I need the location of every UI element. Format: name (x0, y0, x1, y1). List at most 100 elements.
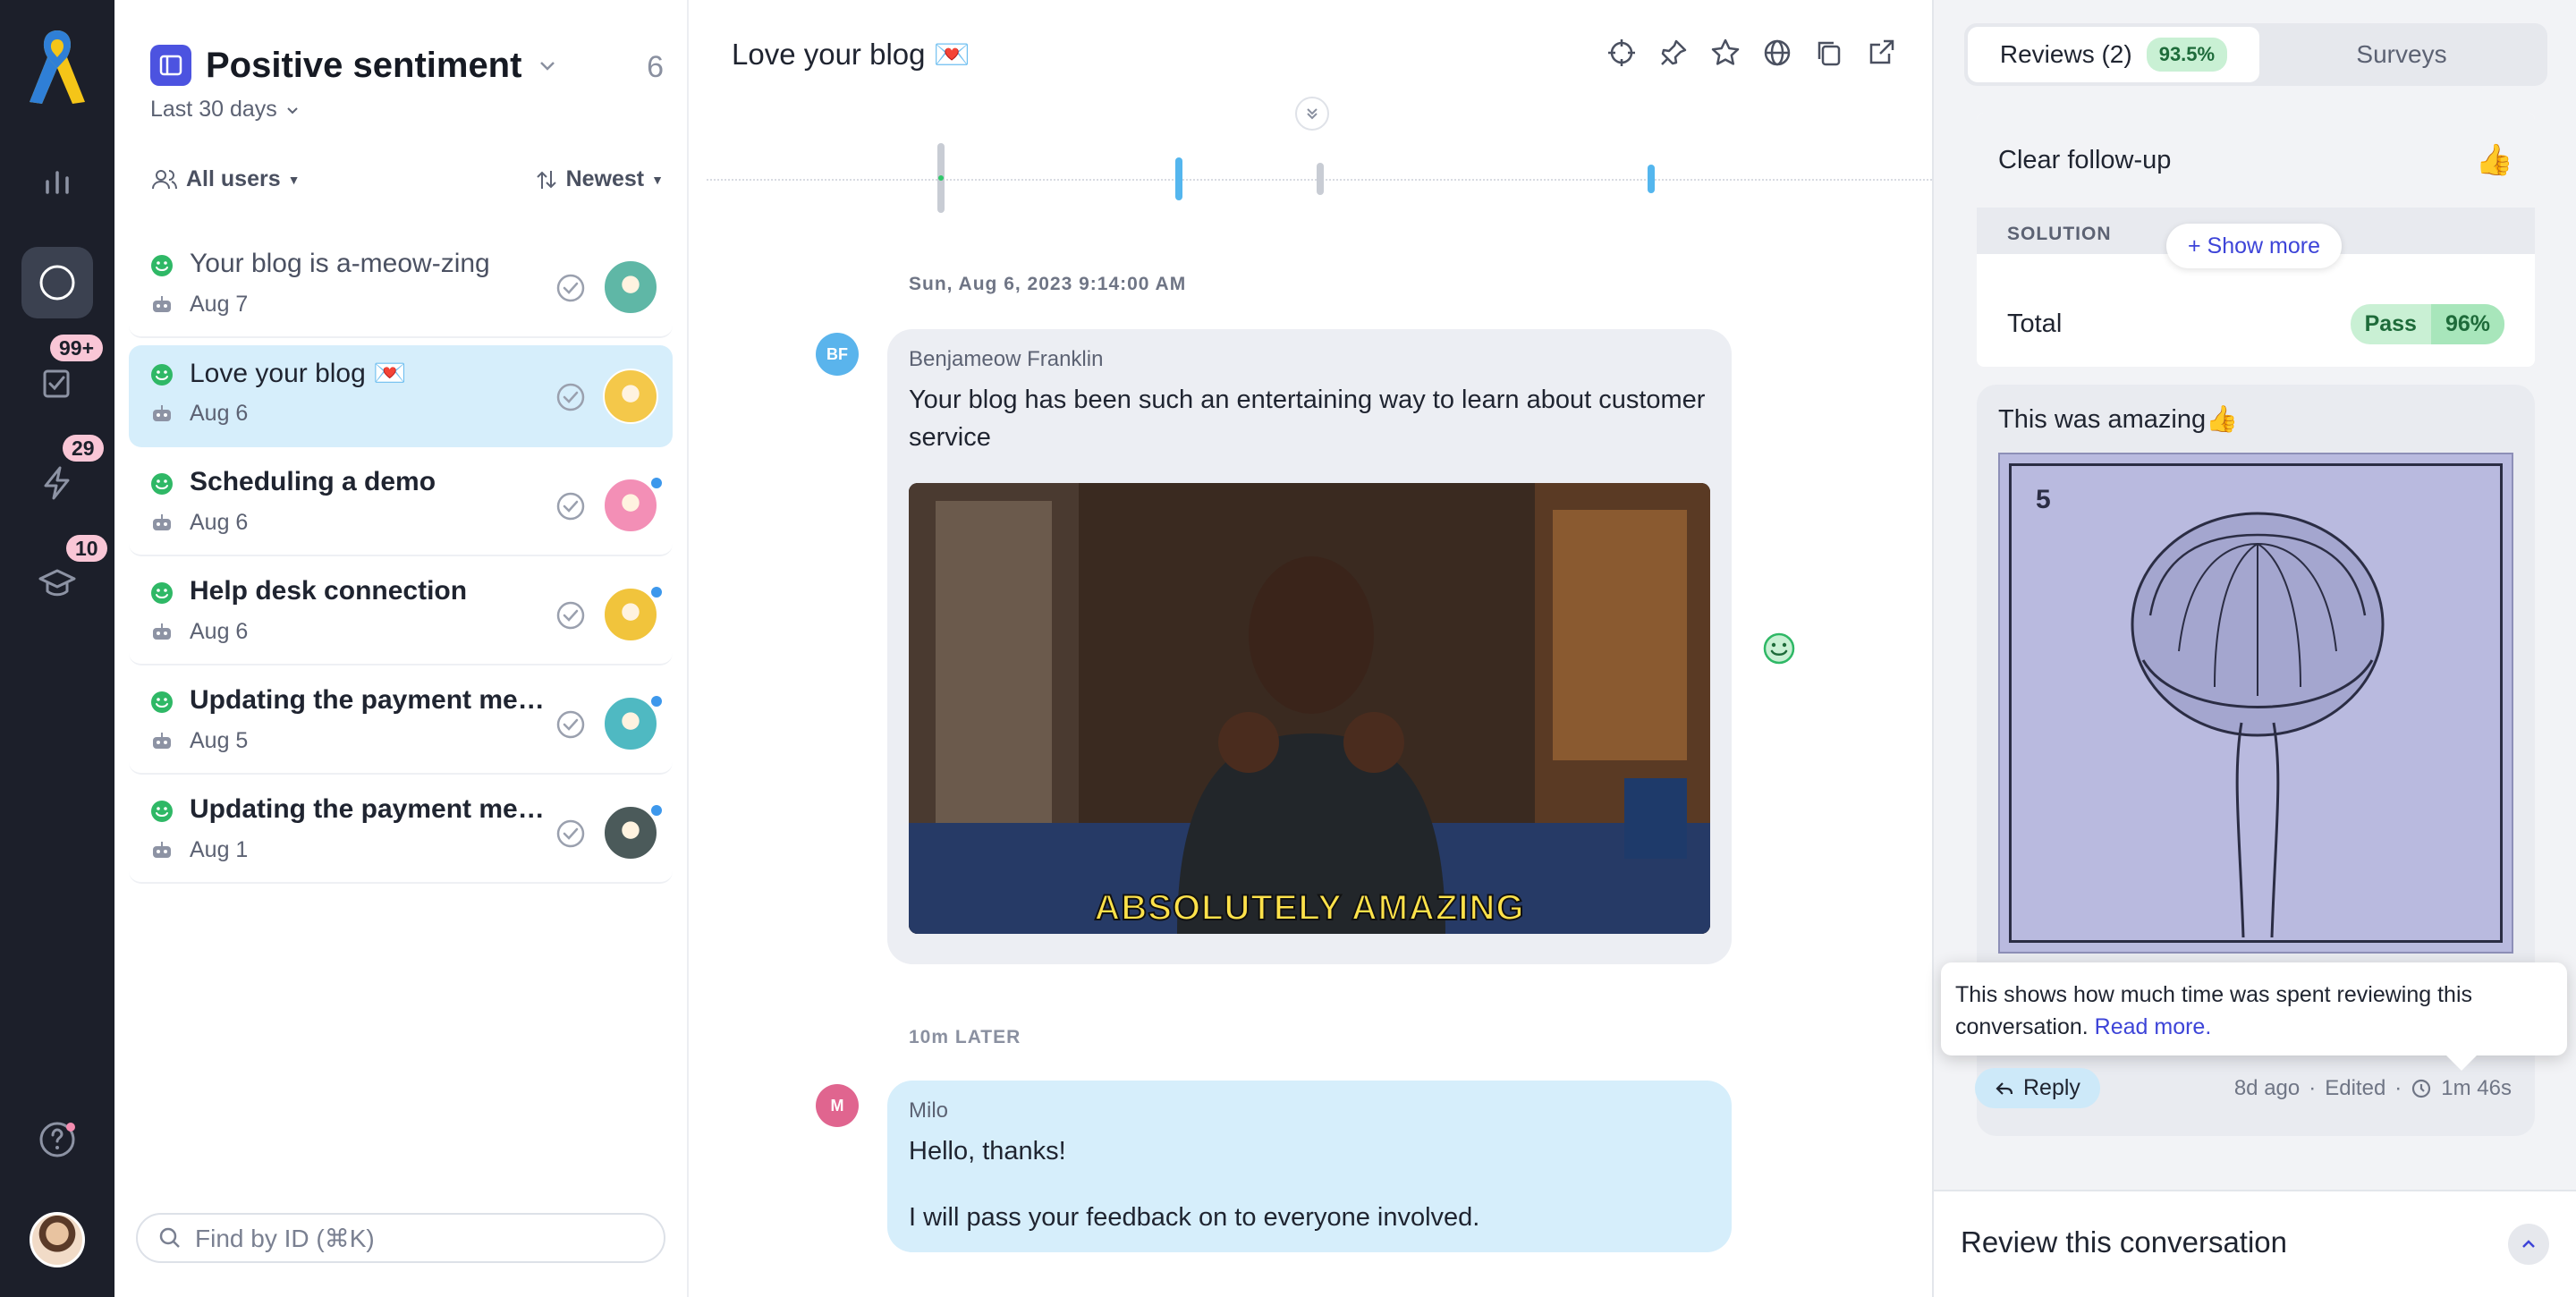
list-item[interactable]: Help desk connection Aug 6 (129, 564, 673, 665)
message-timestamp: Sun, Aug 6, 2023 9:14:00 AM (909, 274, 1187, 294)
list-item-title: Updating the payment method (190, 685, 547, 715)
left-rail: 99+ 29 10 (0, 0, 114, 1297)
positive-sentiment-icon (151, 801, 173, 822)
list-item[interactable]: Updating the payment method Aug 1 (129, 782, 673, 884)
tab-reviews[interactable]: Reviews (2) 93.5% (1968, 27, 2259, 82)
bot-icon (153, 842, 171, 858)
mark-done-icon[interactable] (555, 490, 587, 522)
show-more-button[interactable]: + Show more (2166, 224, 2342, 268)
sort-label: Newest (565, 166, 645, 191)
timeline-marker[interactable] (1317, 163, 1324, 195)
unread-indicator (649, 476, 664, 490)
list-item-title: Updating the payment method (190, 794, 547, 824)
help-icon (39, 1122, 75, 1157)
users-filter-label: All users (186, 166, 281, 191)
external-link-icon[interactable] (1866, 38, 1896, 68)
caret-down-icon: ▼ (651, 172, 664, 187)
rating-category: Clear follow-up 👍 (1977, 113, 2535, 208)
list-item[interactable]: Love your blog 💌 Aug 6 (129, 345, 673, 447)
timeline-marker[interactable] (1648, 165, 1655, 193)
read-more-link[interactable]: Read more. (2095, 1014, 2212, 1039)
timeline-marker[interactable] (1175, 157, 1182, 200)
mark-done-icon[interactable] (555, 818, 587, 850)
list-item[interactable]: Scheduling a demo Aug 6 (129, 454, 673, 556)
lightning-icon (44, 466, 70, 500)
pass-label: Pass (2364, 311, 2417, 336)
gif-caption: ABSOLUTELY AMAZING (1094, 887, 1525, 928)
score-value: 96% (2430, 304, 2504, 344)
positive-sentiment-icon (151, 473, 173, 495)
mark-done-icon[interactable] (555, 599, 587, 632)
date-range-dropdown[interactable]: Last 30 days (150, 97, 301, 123)
unread-indicator (649, 585, 664, 599)
separator-dot: · (2394, 1075, 2402, 1100)
sort-dropdown[interactable]: Newest ▼ (534, 166, 664, 192)
help-button[interactable] (21, 1104, 93, 1175)
review-age: 8d ago (2233, 1075, 2301, 1100)
review-actions-row: Reply 8d ago · Edited · 1m 46s (1975, 1068, 2512, 1108)
gif-image[interactable]: ABSOLUTELY AMAZING (909, 483, 1710, 934)
list-item[interactable]: Updating the payment method Aug 5 (129, 673, 673, 775)
star-icon[interactable] (1710, 38, 1741, 68)
review-comment: This was amazing👍 (1998, 405, 2239, 434)
sidebar-toggle-icon[interactable] (150, 45, 191, 86)
unread-indicator (649, 694, 664, 708)
comment-image[interactable]: 5 (1998, 453, 2513, 954)
tooltip-text: This shows how much time was spent revie… (1955, 982, 2473, 1039)
flower-sketch-icon (2131, 512, 2385, 938)
list-item-title: Help desk connection (190, 576, 468, 606)
bot-icon (153, 405, 171, 421)
review-conversation-bar[interactable]: Review this conversation (1934, 1190, 2576, 1297)
date-range-label: Last 30 days (150, 97, 277, 122)
ribbon-logo-icon[interactable] (24, 27, 90, 107)
chevron-down-icon[interactable] (536, 54, 559, 77)
message-text: Hello, thanks! (909, 1137, 1066, 1166)
copy-icon[interactable] (1814, 38, 1844, 68)
positive-sentiment-icon (151, 582, 173, 604)
total-label: Total (2007, 309, 2063, 338)
list-item-date: Aug 6 (190, 401, 249, 426)
clock-icon[interactable] (2411, 1078, 2432, 1099)
users-filter[interactable]: All users ▼ (150, 166, 300, 192)
tab-surveys[interactable]: Surveys (2259, 27, 2544, 82)
reply-button[interactable]: Reply (1975, 1068, 2100, 1108)
author-initials-avatar: M (816, 1084, 859, 1127)
review-time-tooltip: This shows how much time was spent revie… (1941, 962, 2567, 1055)
author-initials-avatar: BF (816, 333, 859, 376)
list-item-title: Scheduling a demo (190, 467, 436, 496)
reply-label: Reply (2023, 1075, 2080, 1100)
mark-done-icon[interactable] (555, 708, 587, 741)
positive-sentiment-icon (151, 255, 173, 276)
find-by-id-search[interactable]: Find by ID (⌘K) (136, 1213, 665, 1263)
message-author: Benjameow Franklin (909, 347, 1104, 371)
bot-icon (153, 514, 171, 530)
globe-icon[interactable] (1762, 38, 1792, 68)
rating-category-label: Clear follow-up (1998, 145, 2172, 174)
message-text: I will pass your feedback on to everyone… (909, 1203, 1480, 1232)
expand-review-button[interactable] (2508, 1224, 2549, 1265)
mark-done-icon[interactable] (555, 272, 587, 304)
crosshair-icon[interactable] (1606, 38, 1637, 68)
reply-arrow-icon (1996, 1081, 2013, 1095)
list-item-date: Aug 6 (190, 510, 249, 535)
positive-sentiment-icon (151, 691, 173, 713)
view-title[interactable]: Positive sentiment (206, 46, 521, 86)
tasks-badge: 99+ (50, 335, 104, 361)
review-duration: 1m 46s (2441, 1075, 2512, 1100)
user-avatar[interactable] (30, 1212, 85, 1267)
sort-icon (536, 170, 556, 189)
mark-done-icon[interactable] (555, 381, 587, 413)
agent-message: Milo Hello, thanks! I will pass your fee… (887, 1081, 1732, 1252)
list-item[interactable]: Your blog is a-meow-zing Aug 7 (129, 236, 673, 338)
dashboard-nav-button[interactable] (21, 147, 93, 218)
actions-badge: 29 (63, 435, 104, 462)
conversations-nav-button[interactable] (21, 247, 93, 318)
collapse-timeline-button[interactable] (1295, 97, 1329, 131)
positive-sentiment-icon (151, 364, 173, 386)
bot-icon (153, 623, 171, 640)
positive-sentiment-icon[interactable] (1762, 632, 1796, 665)
customer-avatar (603, 369, 658, 424)
search-icon (159, 1227, 180, 1248)
list-item-date: Aug 7 (190, 292, 249, 317)
pin-icon[interactable] (1658, 38, 1689, 68)
